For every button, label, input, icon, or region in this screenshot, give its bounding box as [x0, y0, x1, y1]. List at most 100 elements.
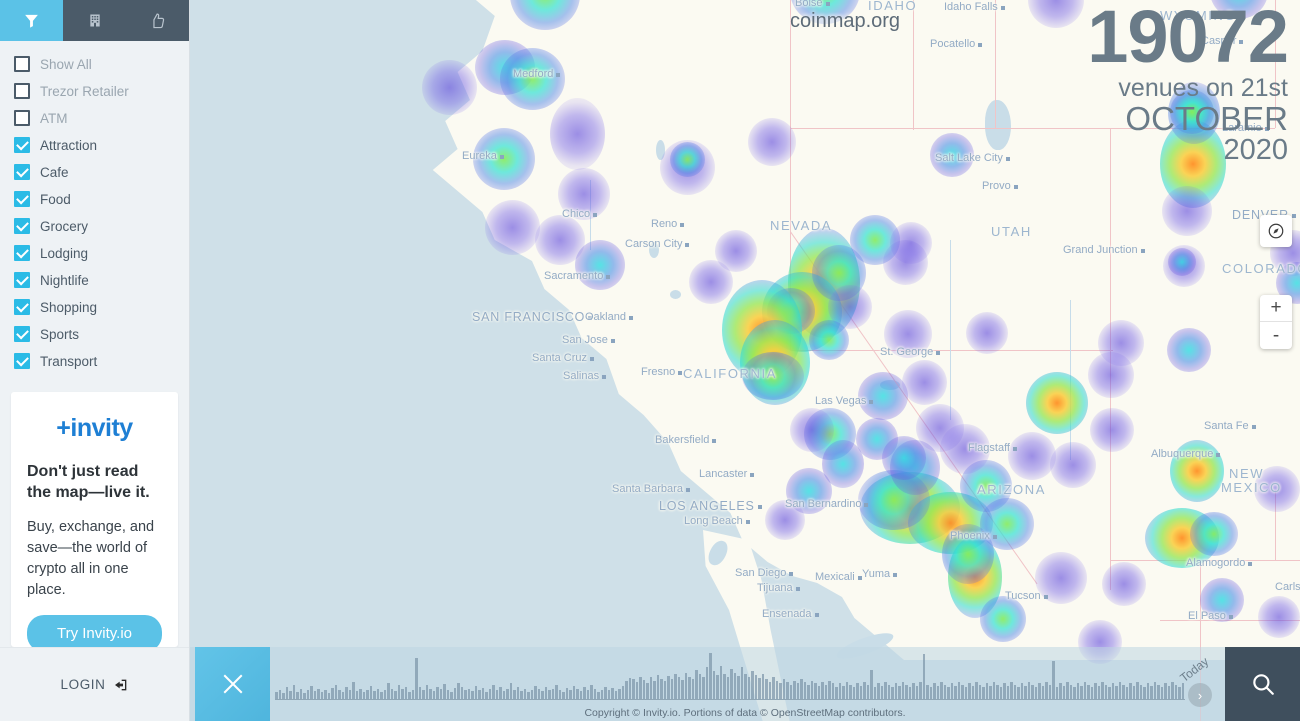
zoom-out-button[interactable]: - — [1260, 322, 1292, 349]
filter-row-sports[interactable]: Sports — [0, 321, 189, 348]
timeline-bar — [814, 683, 817, 699]
filter-row-food[interactable]: Food — [0, 186, 189, 213]
tab-venues[interactable] — [63, 0, 126, 41]
map-watermark-title: coinmap.org — [790, 10, 901, 32]
checkbox-food[interactable] — [14, 191, 30, 208]
try-invity-button[interactable]: Try Invity.io — [27, 614, 162, 647]
filter-row-trezor-retailer[interactable]: Trezor Retailer — [0, 78, 189, 105]
state-border — [913, 128, 1275, 129]
timeline-bar — [1150, 685, 1153, 699]
filter-row-shopping[interactable]: Shopping — [0, 294, 189, 321]
timeline-bar — [877, 683, 880, 699]
coinmap-app: coinmap.org IDAHO NEVADA UTAH CALIFORNIA ARI… — [0, 0, 1300, 721]
timeline-bar — [1020, 683, 1023, 699]
checkbox-shopping[interactable] — [14, 299, 30, 316]
city-dot — [750, 473, 754, 477]
invity-logo: +invity — [56, 413, 133, 442]
timeline-bar — [467, 688, 470, 699]
zoom-in-button[interactable]: + — [1260, 295, 1292, 322]
timeline-bar — [898, 685, 901, 699]
timeline-bar — [579, 691, 582, 699]
timeline-bar — [422, 689, 425, 699]
timeline-bar — [499, 687, 502, 699]
checkbox-attraction[interactable] — [14, 137, 30, 154]
timeline-axis — [275, 699, 1185, 700]
timeline-bar — [758, 677, 761, 699]
filter-row-show-all[interactable]: Show All — [0, 51, 189, 78]
timeline-bar — [1055, 687, 1058, 699]
state-border — [913, 0, 914, 130]
great-salt-lake — [985, 100, 1011, 150]
checkbox-sports[interactable] — [14, 326, 30, 343]
promo-headline: Don't just read the map—live it. — [27, 462, 150, 502]
checkbox-trezor-retailer[interactable] — [14, 83, 30, 100]
checkbox-lodging[interactable] — [14, 245, 30, 262]
timeline-bar — [957, 681, 960, 699]
compass-icon[interactable] — [1260, 215, 1292, 247]
checkbox-grocery[interactable] — [14, 218, 30, 235]
city-dot — [611, 339, 615, 343]
timeline-bar — [754, 675, 757, 699]
filter-label: Show All — [40, 56, 92, 72]
timeline-bar — [432, 691, 435, 699]
filter-label: Shopping — [40, 299, 98, 315]
timeline-bar — [457, 682, 460, 699]
timeline-bar — [835, 687, 838, 699]
tab-filter[interactable] — [0, 0, 63, 41]
login-button[interactable]: LOGIN — [0, 647, 189, 721]
checkbox-show-all[interactable] — [14, 56, 30, 73]
timeline-bar — [947, 687, 950, 699]
timeline-bar — [439, 689, 442, 699]
checkbox-transport[interactable] — [14, 353, 30, 370]
timeline-bar — [1097, 685, 1100, 699]
checkbox-cafe[interactable] — [14, 164, 30, 181]
timeline-bar — [1178, 687, 1181, 699]
filter-label: ATM — [40, 110, 68, 126]
timeline-bar — [926, 684, 929, 699]
filter-row-grocery[interactable]: Grocery — [0, 213, 189, 240]
state-border — [995, 0, 996, 128]
map-city-label: SAN FRANCISCO — [472, 310, 586, 324]
timeline-bar — [506, 688, 509, 699]
timeline-bar — [285, 687, 288, 699]
city-dot — [1248, 562, 1252, 566]
timeline-bar — [338, 690, 341, 699]
timeline-next-button[interactable]: › — [1188, 683, 1212, 707]
search-icon[interactable] — [1225, 647, 1300, 721]
city-dot — [602, 375, 606, 379]
timeline-bar — [555, 684, 558, 699]
timeline-bar — [299, 689, 302, 699]
timeline-histogram[interactable] — [275, 651, 1185, 699]
filter-row-lodging[interactable]: Lodging — [0, 240, 189, 267]
timeline-bar — [1076, 683, 1079, 699]
sidebar-tabs — [0, 0, 189, 41]
promo-card: +invity Don't just read the map—live it.… — [11, 391, 178, 647]
tab-support[interactable] — [126, 0, 189, 41]
map-canvas[interactable]: coinmap.org IDAHO NEVADA UTAH CALIFORNIA ARI… — [190, 0, 1300, 721]
timeline-bar — [775, 680, 778, 699]
timeline-bar — [982, 687, 985, 699]
timeline-bar — [793, 680, 796, 699]
timeline-bar — [968, 683, 971, 699]
filter-row-transport[interactable]: Transport — [0, 348, 189, 375]
sidebar: Show All Trezor Retailer ATM Attraction Cafe… — [0, 0, 190, 721]
timeline-bar — [901, 681, 904, 699]
timeline-bar — [450, 691, 453, 699]
filter-row-nightlife[interactable]: Nightlife — [0, 267, 189, 294]
timeline-bar — [443, 683, 446, 699]
checkbox-nightlife[interactable] — [14, 272, 30, 289]
timeline-panel[interactable]: Today › Copyright © Invity.io. Portions … — [190, 647, 1300, 721]
timeline-bar — [635, 681, 638, 699]
filter-row-cafe[interactable]: Cafe — [0, 159, 189, 186]
city-dot — [746, 520, 750, 524]
timeline-bar — [366, 690, 369, 699]
timeline-bar — [912, 683, 915, 699]
checkbox-atm[interactable] — [14, 110, 30, 127]
filter-row-atm[interactable]: ATM — [0, 105, 189, 132]
zoom-controls[interactable]: + - — [1260, 295, 1292, 349]
timeline-bar — [1104, 684, 1107, 699]
timeline-bar — [782, 679, 785, 699]
timeline-bar — [733, 672, 736, 699]
filter-row-attraction[interactable]: Attraction — [0, 132, 189, 159]
timeline-bar — [1164, 683, 1167, 699]
